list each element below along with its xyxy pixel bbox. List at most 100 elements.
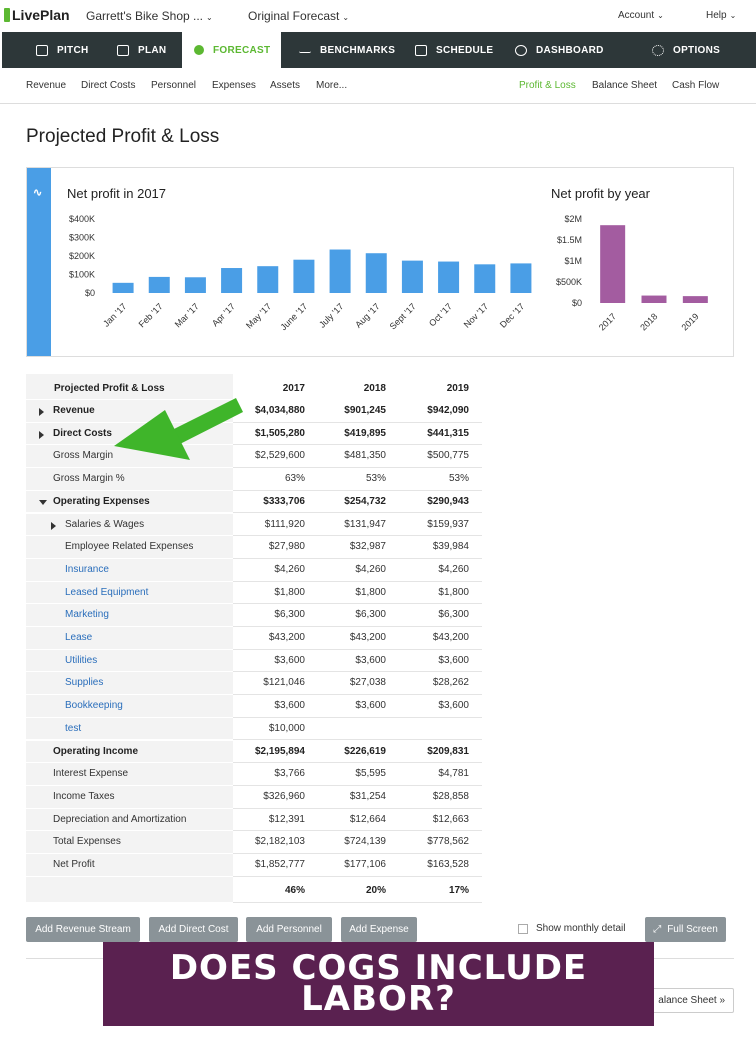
- row-value: $4,034,880: [254, 405, 305, 416]
- table-row[interactable]: Utilities $3,600 $3,600 $3,600: [26, 649, 482, 673]
- add-expense-button[interactable]: Add Expense: [341, 917, 417, 942]
- bar: [293, 259, 315, 293]
- row-label[interactable]: Leased Equipment: [65, 587, 148, 598]
- row-value: 46%: [284, 884, 305, 896]
- row-value: $724,139: [344, 836, 386, 848]
- tab-schedule[interactable]: SCHEDULE: [415, 32, 493, 68]
- row-label-cell: Direct Costs: [26, 422, 233, 446]
- x-tick-label: 2019: [680, 311, 701, 332]
- bar: [682, 296, 708, 303]
- row-value: $481,350: [344, 450, 386, 462]
- table-row[interactable]: Revenue $4,034,880 $901,245 $942,090: [26, 400, 482, 423]
- add-personnel-button[interactable]: Add Personnel: [246, 917, 332, 942]
- bar: [474, 264, 496, 293]
- banner-line-2: LABOR?: [301, 979, 456, 1019]
- subnav-balance-sheet[interactable]: Balance Sheet: [592, 80, 657, 91]
- chevron-down-icon: ⌄: [206, 13, 213, 22]
- row-value: 53%: [448, 473, 469, 485]
- bar: [365, 253, 387, 293]
- forecast-name: Original Forecast: [248, 9, 340, 23]
- help-menu[interactable]: Help ⌄: [706, 10, 736, 21]
- table-row: Gross Margin % 63% 53% 53%: [26, 468, 482, 491]
- row-label[interactable]: Insurance: [65, 564, 109, 575]
- table-row[interactable]: test $10,000: [26, 717, 482, 741]
- row-value: $43,200: [268, 632, 305, 643]
- y-tick-label: $100K: [69, 270, 95, 280]
- caret-right-icon[interactable]: [39, 430, 44, 439]
- row-value: $4,260: [274, 563, 305, 575]
- caret-down-icon[interactable]: [39, 499, 47, 505]
- add-revenue-stream-button[interactable]: Add Revenue Stream: [26, 917, 140, 942]
- row-value: $3,600: [355, 700, 386, 712]
- company-menu[interactable]: Garrett's Bike Shop ... ⌄: [86, 9, 213, 23]
- balance-sheet-nav-button[interactable]: alance Sheet »: [640, 988, 734, 1013]
- row-label: Operating Income: [53, 745, 139, 757]
- tab-pitch[interactable]: PITCH: [36, 32, 89, 68]
- row-label: Salaries & Wages: [65, 518, 145, 530]
- tab-forecast[interactable]: FORECAST: [182, 32, 281, 68]
- table-row[interactable]: Marketing $6,300 $6,300 $6,300: [26, 604, 482, 627]
- row-label[interactable]: Supplies: [65, 677, 103, 688]
- row-label: Interest Expense: [53, 768, 129, 780]
- tab-benchmarks[interactable]: BENCHMARKS: [299, 32, 395, 68]
- table-row[interactable]: Direct Costs $1,505,280 $419,895 $441,315: [26, 422, 482, 446]
- table-row[interactable]: Operating Expenses $333,706 $254,732 $290,9…: [26, 490, 482, 514]
- x-tick-label: Sept '17: [388, 301, 418, 331]
- tab-dashboard[interactable]: DASHBOARD: [515, 32, 604, 68]
- x-tick-label: July '17: [317, 301, 345, 329]
- row-value: $4,260: [438, 563, 469, 575]
- subnav-profit-loss[interactable]: Profit & Loss: [519, 80, 576, 91]
- tab-label: PITCH: [57, 44, 89, 56]
- liveplan-logo[interactable]: LivePlan: [4, 7, 70, 23]
- full-screen-label: Full Screen: [667, 924, 718, 935]
- show-monthly-checkbox[interactable]: [518, 924, 528, 934]
- chevron-down-icon: ⌄: [729, 11, 737, 20]
- table-row[interactable]: Leased Equipment $1,800 $1,800 $1,800: [26, 581, 482, 605]
- x-tick-label: 2017: [597, 311, 618, 332]
- subnav-assets[interactable]: Assets: [270, 80, 300, 91]
- account-menu[interactable]: Account ⌄: [618, 10, 664, 21]
- tab-options[interactable]: OPTIONS: [652, 32, 720, 68]
- table-row[interactable]: Insurance $4,260 $4,260 $4,260: [26, 558, 482, 582]
- add-direct-cost-button[interactable]: Add Direct Cost: [149, 917, 238, 942]
- row-value: $163,528: [427, 859, 469, 870]
- forecast-menu[interactable]: Original Forecast ⌄: [248, 9, 349, 23]
- caret-right-icon[interactable]: [51, 521, 56, 530]
- row-value: $43,200: [349, 632, 386, 643]
- x-tick-label: Aug '17: [353, 301, 381, 329]
- expand-icon: ⤢: [653, 924, 662, 935]
- tab-plan[interactable]: PLAN: [117, 32, 166, 68]
- subnav-revenue[interactable]: Revenue: [26, 80, 66, 91]
- sub-nav: Revenue Direct Costs Personnel Expenses …: [0, 68, 756, 104]
- row-value: $778,562: [427, 836, 469, 848]
- row-label[interactable]: Lease: [65, 632, 92, 643]
- table-row[interactable]: Lease $43,200 $43,200 $43,200: [26, 627, 482, 650]
- bar: [438, 261, 460, 293]
- row-label[interactable]: Marketing: [65, 609, 109, 620]
- caret-right-icon[interactable]: [39, 408, 44, 416]
- table-row: 46% 20% 17%: [26, 876, 482, 903]
- tab-label: SCHEDULE: [436, 44, 494, 56]
- subnav-expenses[interactable]: Expenses: [212, 80, 256, 91]
- subnav-more[interactable]: More...: [316, 80, 347, 91]
- subnav-cash-flow[interactable]: Cash Flow: [672, 80, 719, 91]
- row-label[interactable]: Utilities: [65, 655, 97, 666]
- row-value: $28,262: [432, 677, 469, 689]
- row-label[interactable]: Bookkeeping: [65, 700, 123, 711]
- table-row[interactable]: Bookkeeping $3,600 $3,600 $3,600: [26, 695, 482, 718]
- subnav-personnel[interactable]: Personnel: [151, 80, 196, 91]
- show-monthly-label: Show monthly detail: [536, 923, 626, 934]
- subnav-direct-costs[interactable]: Direct Costs: [81, 80, 135, 91]
- row-value: $159,937: [427, 518, 469, 530]
- row-label: Total Expenses: [53, 836, 121, 848]
- row-label[interactable]: test: [65, 723, 81, 734]
- row-label: Depreciation and Amortization: [53, 813, 187, 825]
- table-row[interactable]: Supplies $121,046 $27,038 $28,262: [26, 672, 482, 696]
- row-label: Employee Related Expenses: [65, 541, 194, 553]
- title-banner: DOES COGS INCLUDE LABOR?: [103, 942, 654, 1026]
- row-label-cell: Gross Margin: [26, 445, 233, 469]
- full-screen-button[interactable]: ⤢ Full Screen: [645, 917, 726, 942]
- header-label-cell: Projected Profit & Loss: [26, 374, 233, 400]
- table-row[interactable]: Salaries & Wages $111,920 $131,947 $159,937: [26, 513, 482, 537]
- table-row: Depreciation and Amortization $12,391 $12,…: [26, 808, 482, 832]
